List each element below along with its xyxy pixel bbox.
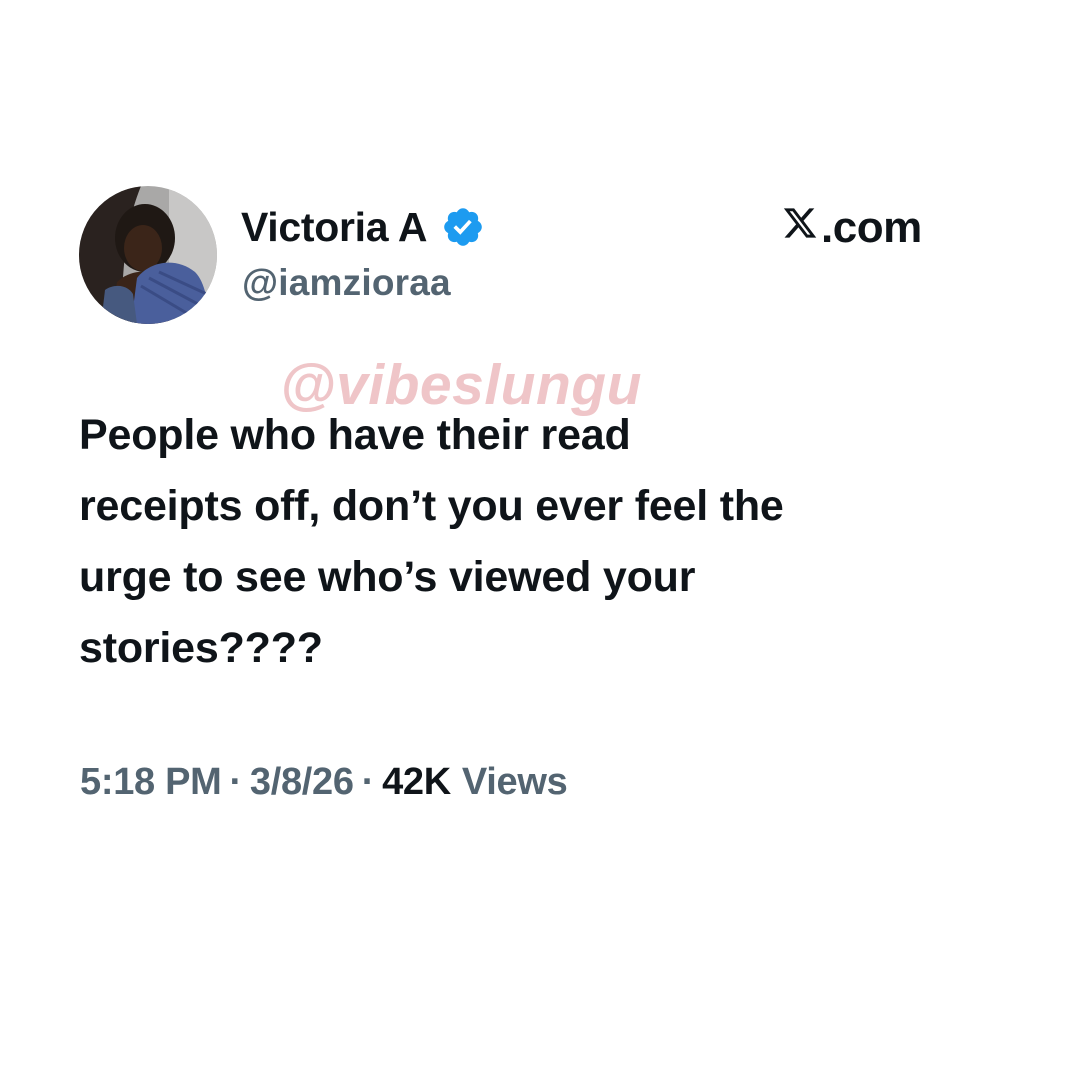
tweet-metadata: 5:18 PM · 3/8/26 · 42K Views xyxy=(80,752,568,812)
author-handle[interactable]: @iamzioraa xyxy=(242,262,451,304)
views-label: Views xyxy=(461,760,568,803)
tweet-text: People who have their read receipts off,… xyxy=(79,400,1019,684)
avatar[interactable] xyxy=(79,186,217,324)
tweet-text-line: urge to see who’s viewed your xyxy=(79,553,696,601)
author-name-row: Victoria A xyxy=(241,197,485,257)
tweet-screenshot: Victoria A @iamzioraa .com @vibeslungu P… xyxy=(0,0,1080,1080)
display-name[interactable]: Victoria A xyxy=(241,204,427,251)
tweet-time[interactable]: 5:18 PM xyxy=(80,761,222,804)
x-logo-icon xyxy=(782,203,821,253)
tweet-date[interactable]: 3/8/26 xyxy=(250,761,354,804)
verified-badge-icon xyxy=(441,205,485,249)
tweet-text-line: stories???? xyxy=(79,624,323,672)
tweet-text-line: People who have their read xyxy=(79,411,631,459)
site-label: .com xyxy=(782,201,922,255)
avatar-photo xyxy=(79,186,217,324)
site-domain: .com xyxy=(821,203,922,252)
tweet-text-line: receipts off, don’t you ever feel the xyxy=(79,482,784,530)
meta-separator: · xyxy=(361,760,375,803)
meta-separator: · xyxy=(229,760,243,803)
views-count: 42K xyxy=(382,760,451,803)
